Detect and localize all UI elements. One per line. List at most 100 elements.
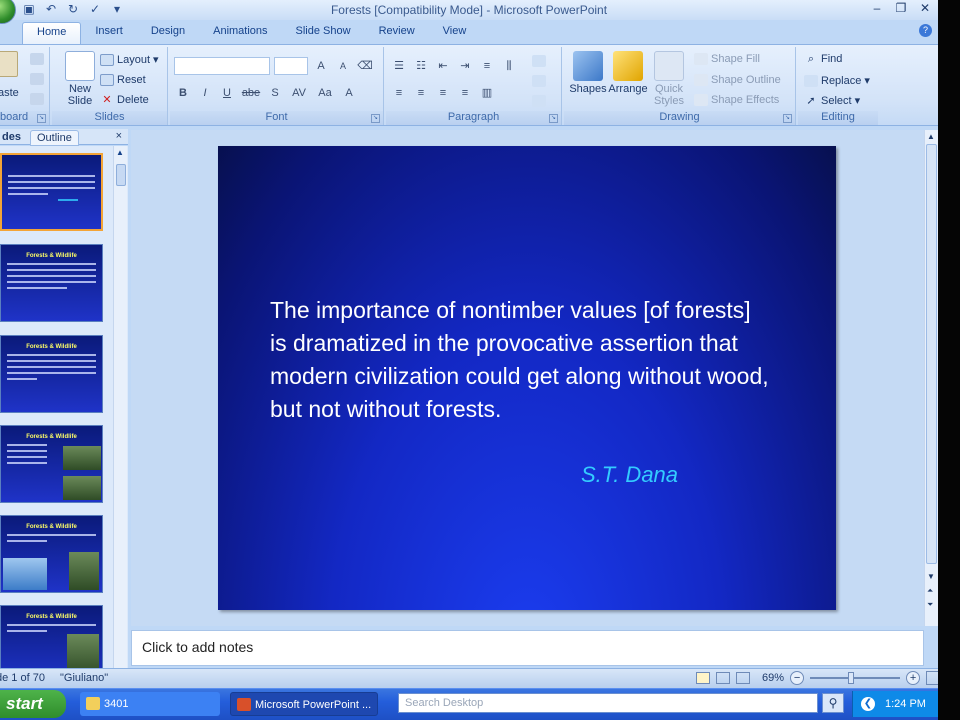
minimize-button[interactable]: – <box>870 1 884 15</box>
paste-label[interactable]: aste <box>0 87 19 99</box>
shapes-button[interactable]: Shapes <box>568 51 608 95</box>
previous-slide-icon[interactable]: ⏶ <box>927 586 933 596</box>
next-slide-icon[interactable]: ⏷ <box>927 600 933 610</box>
zoom-level[interactable]: 69% <box>762 672 784 684</box>
tab-view[interactable]: View <box>429 22 481 44</box>
bold-button[interactable]: B <box>174 85 192 101</box>
tab-design[interactable]: Design <box>137 22 199 44</box>
italic-button[interactable]: I <box>196 85 214 101</box>
columns-icon[interactable]: ⫼ <box>500 58 518 74</box>
help-icon[interactable]: ? <box>919 24 932 37</box>
find-button[interactable]: ⌕ Find <box>804 53 843 65</box>
change-case-button[interactable]: Aa <box>314 85 336 101</box>
increase-indent-icon[interactable]: ⇥ <box>456 58 474 74</box>
back-arrow-icon[interactable]: ❮ <box>861 697 875 711</box>
select-button[interactable]: ➚ Select ▾ <box>804 94 860 108</box>
notes-pane[interactable]: Click to add notes <box>131 630 924 666</box>
zoom-out-icon[interactable]: − <box>790 671 805 685</box>
desktop-search-input[interactable]: Search Desktop <box>398 693 818 713</box>
tab-slide-show[interactable]: Slide Show <box>282 22 365 44</box>
layout-button[interactable]: Layout ▾ <box>100 53 159 66</box>
pane-close-icon[interactable]: × <box>116 130 122 142</box>
shape-effects-icon <box>694 94 708 106</box>
arrange-button[interactable]: Arrange <box>608 51 648 95</box>
screen-border <box>938 0 960 720</box>
numbering-icon[interactable]: ☷ <box>412 58 430 74</box>
normal-view-icon[interactable] <box>696 672 710 684</box>
drawing-launcher-icon[interactable]: ↘ <box>783 114 792 123</box>
decrease-indent-icon[interactable]: ⇤ <box>434 58 452 74</box>
font-launcher-icon[interactable]: ↘ <box>371 114 380 123</box>
tab-home[interactable]: Home <box>22 22 82 44</box>
slide-thumbnail-5[interactable]: Forests & Wildlife <box>0 515 103 593</box>
current-slide[interactable]: The importance of nontimber values [of f… <box>218 146 836 610</box>
align-text-icon[interactable] <box>532 75 546 87</box>
paste-button[interactable] <box>0 51 18 77</box>
delete-button[interactable]: ✕ Delete <box>100 94 148 106</box>
zoom-in-icon[interactable]: + <box>906 671 921 685</box>
shape-fill-button[interactable]: Shape Fill <box>694 53 760 65</box>
slide-show-view-icon[interactable] <box>736 672 750 684</box>
taskbar-powerpoint-label: Microsoft PowerPoint ... <box>255 699 372 711</box>
new-slide-button[interactable]: New Slide <box>60 51 100 107</box>
character-spacing-button[interactable]: AV <box>288 85 310 101</box>
shape-effects-button[interactable]: Shape Effects <box>694 94 779 106</box>
slide-thumbnail-3[interactable]: Forests & Wildlife <box>0 335 103 413</box>
slide-thumbnail-6[interactable]: Forests & Wildlife <box>0 605 103 668</box>
smartart-icon[interactable] <box>532 95 546 107</box>
slide-author-text[interactable]: S.T. Dana <box>581 462 678 488</box>
tab-outline-pane[interactable]: Outline <box>30 130 79 146</box>
clipboard-launcher-icon[interactable]: ↘ <box>37 114 46 123</box>
font-name-select[interactable] <box>174 57 270 75</box>
align-right-icon[interactable]: ≡ <box>434 85 452 101</box>
zoom-slider-thumb[interactable] <box>848 672 855 684</box>
font-color-button[interactable]: A <box>340 85 358 101</box>
slides-pane-scrollbar[interactable]: ▲ <box>113 146 127 668</box>
shrink-font-button[interactable]: A <box>334 58 352 74</box>
start-button[interactable]: start <box>0 690 66 718</box>
window-title: Forests [Compatibility Mode] - Microsoft… <box>330 3 608 17</box>
tab-animations[interactable]: Animations <box>199 22 281 44</box>
slide-thumbnail-2[interactable]: Forests & Wildlife <box>0 244 103 322</box>
bullets-icon[interactable]: ☰ <box>390 58 408 74</box>
shadow-button[interactable]: S <box>266 85 284 101</box>
paragraph-launcher-icon[interactable]: ↘ <box>549 114 558 123</box>
slide-sorter-view-icon[interactable] <box>716 672 730 684</box>
search-icon[interactable]: ⚲ <box>822 693 844 713</box>
align-center-icon[interactable]: ≡ <box>412 85 430 101</box>
restore-button[interactable]: ❐ <box>894 1 908 15</box>
text-direction-icon[interactable] <box>532 55 546 67</box>
slide-thumbnail-1[interactable] <box>0 153 103 231</box>
clear-formatting-icon[interactable]: ⌫ <box>356 58 374 74</box>
copy-icon[interactable] <box>30 73 44 85</box>
slide-thumbnail-4[interactable]: Forests & Wildlife <box>0 425 103 503</box>
slide-quote-text[interactable]: The importance of nontimber values [of f… <box>270 294 770 426</box>
font-size-select[interactable] <box>274 57 308 75</box>
columns-layout-icon[interactable]: ▥ <box>478 85 496 101</box>
slide-scroll-thumb[interactable] <box>926 144 937 564</box>
strikethrough-button[interactable]: abe <box>240 85 262 101</box>
cut-icon[interactable] <box>30 53 44 65</box>
scroll-thumb[interactable] <box>116 164 126 186</box>
format-painter-icon[interactable] <box>30 93 44 105</box>
tab-review[interactable]: Review <box>365 22 429 44</box>
quick-styles-button[interactable]: Quick Styles <box>650 51 688 107</box>
tab-slides-pane[interactable]: des <box>0 130 27 144</box>
taskbar-powerpoint[interactable]: Microsoft PowerPoint ... <box>230 692 378 716</box>
align-left-icon[interactable]: ≡ <box>390 85 408 101</box>
tab-insert[interactable]: Insert <box>81 22 137 44</box>
replace-button[interactable]: Replace ▾ <box>804 74 870 87</box>
fit-to-window-icon[interactable] <box>926 671 938 685</box>
shape-outline-button[interactable]: Shape Outline <box>694 74 781 86</box>
reset-button[interactable]: Reset <box>100 74 146 86</box>
shape-fill-icon <box>694 53 708 65</box>
grow-font-button[interactable]: A <box>312 58 330 74</box>
taskbar-folder-3401[interactable]: 3401 <box>80 692 220 716</box>
underline-button[interactable]: U <box>218 85 236 101</box>
close-button[interactable]: ✕ <box>918 1 932 15</box>
tree-image <box>69 552 99 590</box>
zoom-slider[interactable] <box>810 672 901 684</box>
line-spacing-icon[interactable]: ≡ <box>478 58 496 74</box>
justify-icon[interactable]: ≡ <box>456 85 474 101</box>
slide-vertical-scrollbar[interactable]: ▲ ▼ ⏶ ⏷ <box>924 130 938 626</box>
